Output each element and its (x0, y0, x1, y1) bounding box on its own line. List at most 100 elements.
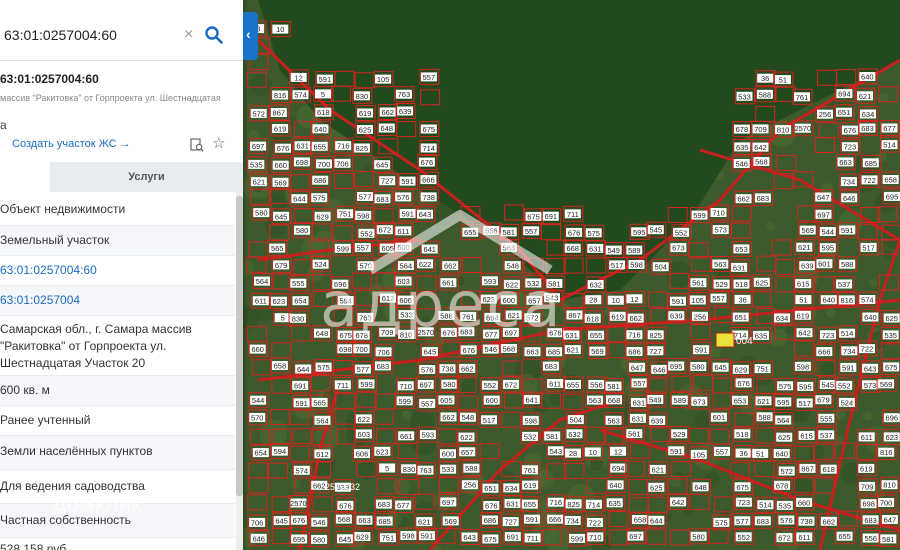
parcel-number-label: 673 (693, 397, 706, 406)
parcel-number-label: 714 (588, 500, 601, 509)
info-row-cadastral-number[interactable]: 63:01:0257004:60 (0, 256, 235, 286)
parcel-number-label: 618 (317, 108, 330, 117)
parcel-number-label: 655 (838, 532, 851, 541)
cadastral-block-label: 2570032 (325, 482, 360, 492)
parcel-number-label: 662 (442, 413, 455, 422)
parcel-number-label: 661 (400, 432, 413, 441)
parcel-number-label: 662 (313, 481, 326, 490)
create-plot-link[interactable]: Создать участок ЖС → (12, 138, 131, 150)
clear-icon[interactable]: × (184, 26, 193, 44)
parcel-number-label: 623 (273, 297, 286, 306)
parcel-number-label: 603 (358, 430, 371, 439)
parcel-number-label: 643 (463, 533, 476, 542)
parcel-number-label: 548 (462, 413, 475, 422)
parcel-number-label: 622 (358, 415, 371, 424)
parcel-number-label: 642 (754, 143, 767, 152)
panel-scroll-thumb[interactable] (236, 196, 243, 496)
parcel-number-label: 635 (755, 331, 768, 340)
parcel-number-label: 611 (861, 433, 873, 442)
parcel-number-label: 518 (736, 430, 749, 439)
parcel-number-label: 564 (777, 416, 790, 425)
parcel-number-label: 518 (735, 280, 748, 289)
parcel-number-label: 655 (524, 500, 537, 509)
parcel-number-label: 622 (460, 433, 473, 442)
parcel-number-label: 654 (255, 449, 268, 458)
info-row-cadastral-block[interactable]: 63:01:0257004 (0, 286, 235, 316)
parcel-number-label: 569 (880, 380, 893, 389)
parcel-number-label: 574 (861, 296, 874, 305)
parcel-number-label: 546 (485, 345, 498, 354)
search-icon[interactable] (204, 25, 224, 45)
parcel-number-label: 105 (693, 450, 706, 459)
parcel-number-label: 647 (817, 193, 830, 202)
parcel-number-label: 595 (633, 228, 646, 237)
parcel-number-label: 572 (252, 109, 265, 118)
parcel-number-label: 569 (274, 178, 287, 187)
parcel-number-label: 10 (612, 296, 620, 305)
parcel-number-label: 683 (757, 194, 770, 203)
collapse-panel-button[interactable]: ‹ (243, 12, 258, 60)
parcel-number-label: 575 (313, 194, 326, 203)
parcel-number-label: 643 (864, 364, 877, 373)
parcel-number-label: 623 (886, 433, 899, 442)
parcel-number-label: 695 (670, 362, 683, 371)
star-icon[interactable]: ☆ (212, 135, 225, 153)
parcel-number-label: 504 (570, 416, 583, 425)
parcel-number-label: 662 (629, 314, 642, 323)
parcel-number-label: 632 (568, 430, 581, 439)
parcel-number-label: 546 (735, 160, 748, 169)
parcel-number-label: 698 (862, 500, 875, 509)
parcel-number-label: 722 (861, 345, 874, 354)
parcel-number-label: 810 (777, 126, 790, 135)
parcel-number-label: 591 (526, 515, 539, 524)
parcel-number-label: 663 (839, 158, 852, 167)
parcel-number-label: 645 (424, 348, 437, 357)
parcel-number-label: 700 (318, 160, 331, 169)
parcel-number-label: 816 (880, 448, 893, 457)
parcel-number-label: 666 (422, 176, 435, 185)
parcel-number-label: 619 (359, 109, 372, 118)
parcel-number-label: 529 (673, 430, 686, 439)
parcel-number-label: 12 (630, 295, 638, 304)
parcel-number-label: 537 (820, 431, 833, 440)
parcel-number-label: 581 (607, 382, 620, 391)
parcel-number-label: 666 (818, 348, 831, 357)
parcel-number-label: 640 (861, 73, 874, 82)
parcel-number-label: 660 (274, 161, 287, 170)
parcel-number-label: 727 (649, 347, 662, 356)
document-search-icon[interactable] (190, 138, 204, 152)
parcel-number-label: 546 (313, 518, 326, 527)
selected-parcel[interactable] (715, 332, 735, 348)
parcel-number-label: 569 (591, 347, 604, 356)
info-row-status: Ранее учтенный (0, 406, 235, 436)
panel-scrollbar[interactable] (236, 192, 243, 550)
parcel-number-label: 645 (275, 212, 288, 221)
parcel-number-label: 658 (634, 516, 647, 525)
parcel-number-label: 675 (736, 483, 749, 492)
parcel-number-label: 660 (251, 345, 264, 354)
parcel-number-label: 660 (798, 498, 811, 507)
parcel-number-label: 529 (715, 280, 728, 289)
parcel-number-label: 535 (884, 331, 897, 340)
domclick-watermark: Домклик (52, 494, 143, 516)
parcel-number-label: 634 (776, 314, 789, 323)
parcel-number-label: 568 (503, 345, 516, 354)
parcel-number-label: 621 (757, 397, 770, 406)
parcel-number-label: 545 (822, 381, 835, 390)
parcel-number-label: 706 (251, 518, 264, 527)
tab-info[interactable] (0, 162, 50, 192)
parcel-number-label: 549 (607, 246, 620, 255)
parcel-number-label: 577 (357, 365, 370, 374)
parcel-number-label: 621 (798, 243, 811, 252)
tab-services[interactable]: Услуги (50, 162, 243, 192)
parcel-number-label: 601 (713, 413, 726, 422)
info-row-land-category: Земли населённых пунктов (0, 436, 235, 470)
parcel-number-label: 696 (886, 414, 899, 423)
parcel-number-label: 675 (484, 535, 497, 544)
search-input[interactable] (0, 12, 184, 58)
parcel-number-label: 700 (355, 345, 368, 354)
parcel-number-label: 683 (757, 517, 770, 526)
parcel-number-label: 591 (421, 532, 434, 541)
parcel-number-label: 697 (419, 381, 432, 390)
parcel-number-label: 698 (296, 158, 309, 167)
